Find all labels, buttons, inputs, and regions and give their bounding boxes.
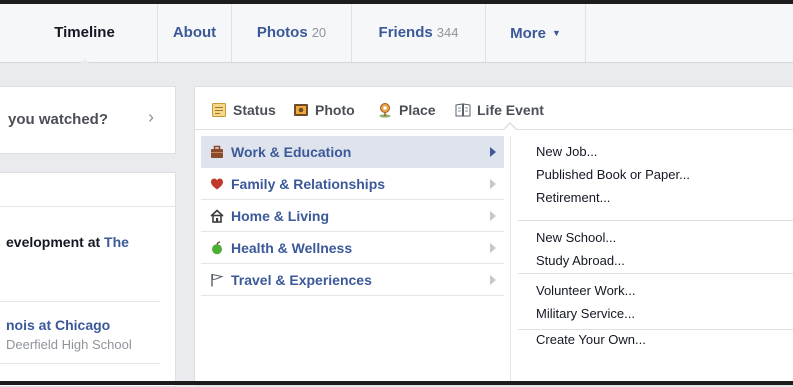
tab-about-label: About (172, 24, 217, 41)
chevron-right-icon (490, 275, 496, 285)
tab-photos[interactable]: Photos 20 (232, 4, 352, 62)
menu-column-divider (510, 136, 511, 387)
left-about-card: evelopment at The nois at Chicago Deerfi… (0, 172, 176, 387)
entry-divider (0, 301, 160, 302)
education-entry-link[interactable]: nois at Chicago (6, 317, 110, 333)
work-entry-text: evelopment at (6, 234, 105, 250)
profile-nav-bar: Timeline About Photos 20 Friends 344 More ▼ (0, 4, 793, 67)
chevron-right-icon[interactable]: › (148, 107, 154, 128)
category-label: Health & Wellness (231, 240, 353, 256)
work-entry: evelopment at The (6, 234, 129, 250)
option-new-school[interactable]: New School... (518, 226, 793, 249)
tab-about[interactable]: About (158, 4, 232, 62)
chevron-right-icon (490, 243, 496, 253)
composer-tab-life-event[interactable]: Life Event (455, 99, 544, 121)
composer-tabs-divider (195, 129, 793, 130)
briefcase-icon (211, 145, 223, 158)
option-volunteer-work[interactable]: Volunteer Work... (518, 279, 793, 302)
option-group-work: New Job... Published Book or Paper... Re… (518, 140, 793, 221)
place-pin-icon (379, 103, 391, 118)
status-icon (212, 103, 226, 117)
composer-tab-place-label: Place (399, 102, 436, 118)
composer-tab-life-event-label: Life Event (477, 102, 544, 118)
left-prompt-card[interactable]: you watched? › (0, 86, 176, 154)
card-header-divider (0, 206, 176, 207)
flag-icon (211, 273, 224, 287)
composer-tab-place[interactable]: Place (377, 99, 436, 121)
category-label: Family & Relationships (231, 176, 386, 192)
category-family-relationships[interactable]: Family & Relationships (201, 168, 504, 200)
option-group-service: Volunteer Work... Military Service... (518, 279, 793, 330)
category-label: Work & Education (231, 144, 352, 160)
option-published-book[interactable]: Published Book or Paper... (518, 163, 793, 186)
caret-down-icon: ▼ (551, 28, 561, 38)
option-group-school: New School... Study Abroad... (518, 226, 793, 274)
chevron-right-icon (490, 147, 496, 157)
life-event-book-icon (455, 103, 471, 117)
life-event-category-list: Work & Education Family & Relationships … (201, 136, 504, 296)
active-tab-pointer (77, 59, 93, 67)
category-work-education[interactable]: Work & Education (201, 136, 504, 168)
category-label: Home & Living (231, 208, 330, 224)
composer-tab-status[interactable]: Status (211, 99, 276, 121)
tab-more[interactable]: More ▼ (486, 4, 586, 62)
chevron-right-icon (490, 211, 496, 221)
category-home-living[interactable]: Home & Living (201, 200, 504, 232)
entry-divider (0, 363, 160, 364)
prompt-question: you watched? (8, 111, 109, 128)
tab-friends[interactable]: Friends 344 (352, 4, 486, 62)
tab-friends-count: 344 (436, 25, 459, 40)
composer-tab-photo-label: Photo (315, 102, 355, 118)
house-icon (210, 209, 224, 223)
tab-timeline-label: Timeline (54, 24, 115, 41)
category-travel-experiences[interactable]: Travel & Experiences (201, 264, 504, 296)
selected-tab-pointer-fill (504, 124, 516, 130)
apple-icon (212, 241, 222, 255)
option-new-job[interactable]: New Job... (518, 140, 793, 163)
composer-tab-photo[interactable]: Photo (293, 99, 355, 121)
tab-photos-label: Photos (256, 24, 308, 41)
composer-tab-status-label: Status (233, 102, 276, 118)
chevron-right-icon (490, 179, 496, 189)
work-entry-link[interactable]: The (104, 234, 129, 250)
option-military-service[interactable]: Military Service... (518, 302, 793, 325)
category-health-wellness[interactable]: Health & Wellness (201, 232, 504, 264)
tab-photos-count: 20 (311, 25, 327, 40)
option-study-abroad[interactable]: Study Abroad... (518, 249, 793, 272)
bottom-frame-edge (0, 381, 793, 385)
heart-icon (211, 178, 223, 190)
option-create-your-own[interactable]: Create Your Own... (518, 328, 646, 351)
photo-icon (294, 104, 308, 116)
post-composer: Status Photo Place Life Event Work & Edu… (194, 86, 793, 387)
option-retirement[interactable]: Retirement... (518, 186, 793, 209)
tab-friends-label: Friends (378, 24, 433, 41)
category-label: Travel & Experiences (231, 272, 372, 288)
tab-timeline[interactable]: Timeline (0, 4, 158, 62)
tab-more-label: More (510, 25, 546, 42)
education-entry-secondary: Deerfield High School (6, 337, 132, 352)
